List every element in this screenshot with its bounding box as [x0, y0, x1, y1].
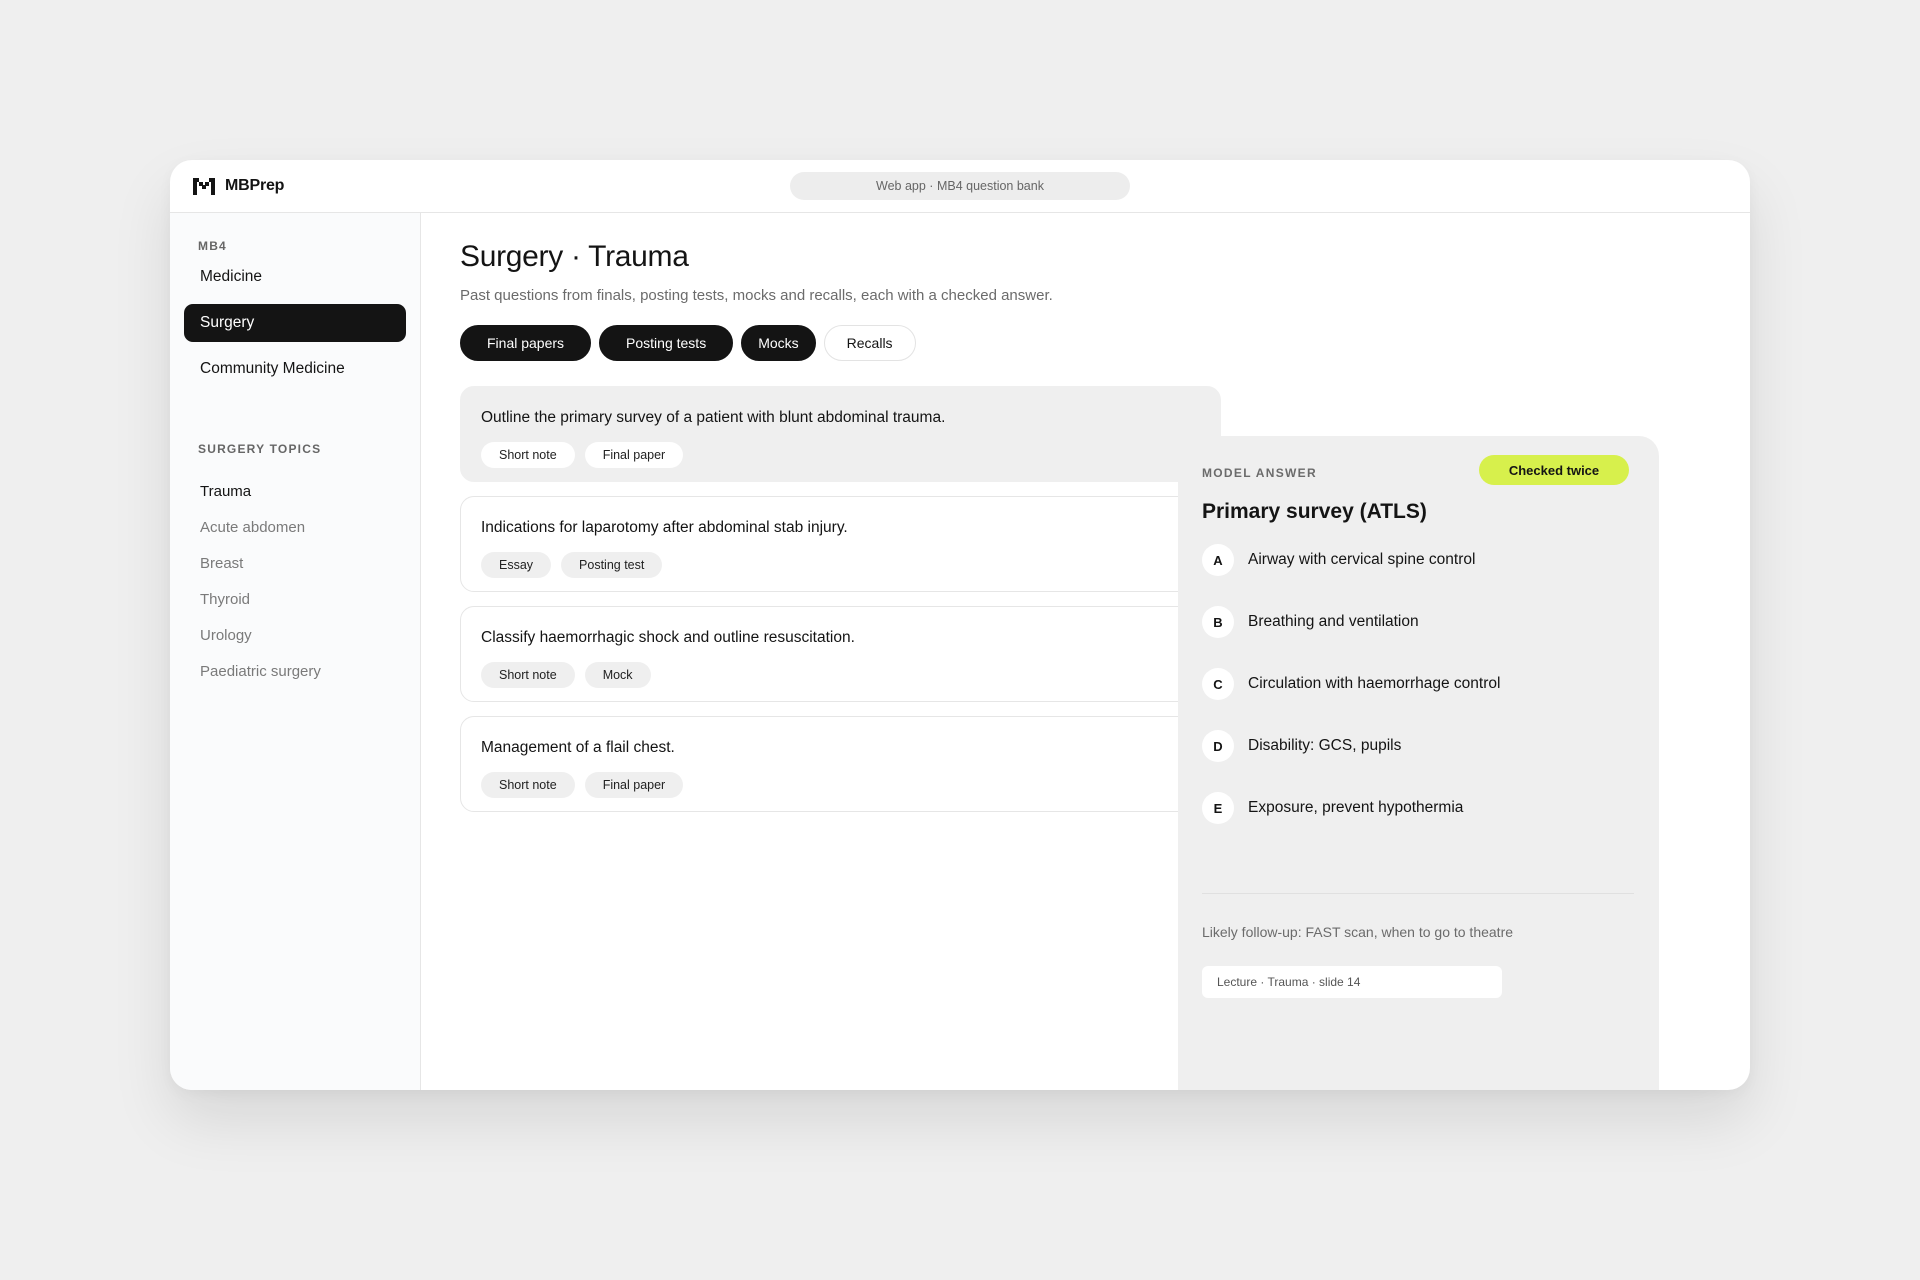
app-name: MBPrep [225, 177, 285, 194]
question-title: Management of a flail chest. [481, 739, 675, 756]
answer-step: D Disability: GCS, pupils [1202, 730, 1632, 762]
answer-step: B Breathing and ventilation [1202, 606, 1632, 638]
step-letter: C [1202, 668, 1234, 700]
question-card[interactable]: Management of a flail chest. Short note … [460, 716, 1221, 812]
answer-step: C Circulation with haemorrhage control [1202, 668, 1632, 700]
page-title: Surgery · Trauma [460, 240, 689, 273]
filter-bar: Final papers Posting tests Mocks Recalls [460, 325, 916, 361]
answer-kicker: MODEL ANSWER [1202, 466, 1317, 480]
followup-text: Likely follow-up: FAST scan, when to go … [1202, 924, 1514, 940]
step-letter: B [1202, 606, 1234, 638]
question-tags: Essay Posting test [481, 552, 663, 578]
step-letter: A [1202, 544, 1234, 576]
mbprep-logo-icon [193, 178, 215, 195]
sidebar: MB4 Medicine Surgery Community Medicine … [170, 213, 421, 1090]
tag: Short note [481, 442, 575, 468]
question-title: Classify haemorrhagic shock and outline … [481, 629, 855, 646]
step-text: Circulation with haemorrhage control [1248, 675, 1501, 692]
topic-item-urology[interactable]: Urology [200, 627, 252, 644]
filter-mocks[interactable]: Mocks [741, 325, 816, 361]
step-letter: E [1202, 792, 1234, 824]
filter-recalls[interactable]: Recalls [823, 325, 916, 361]
divider [1202, 893, 1634, 894]
filter-posting-tests[interactable]: Posting tests [599, 325, 734, 361]
tag: Short note [481, 772, 575, 798]
question-tags: Short note Final paper [481, 442, 684, 468]
question-card[interactable]: Outline the primary survey of a patient … [460, 386, 1221, 482]
sidebar-item-surgery[interactable]: Surgery [184, 304, 406, 342]
step-text: Airway with cervical spine control [1248, 551, 1476, 568]
question-tags: Short note Mock [481, 662, 651, 688]
page-subtitle: Past questions from finals, posting test… [460, 287, 1053, 304]
top-bar: MBPrep Web app · MB4 question bank [170, 160, 1750, 213]
answer-title: Primary survey (ATLS) [1202, 500, 1427, 523]
tag: Final paper [584, 772, 684, 798]
tag: Final paper [584, 442, 684, 468]
step-text: Breathing and ventilation [1248, 613, 1419, 630]
tag: Mock [584, 662, 651, 688]
question-list: Outline the primary survey of a patient … [460, 386, 1221, 826]
source-reference[interactable]: Lecture · Trauma · slide 14 [1202, 966, 1502, 998]
brand[interactable]: MBPrep [192, 176, 284, 196]
app-window: MBPrep Web app · MB4 question bank MB4 M… [170, 160, 1750, 1090]
answer-step: A Airway with cervical spine control [1202, 544, 1632, 576]
question-tags: Short note Final paper [481, 772, 684, 798]
sidebar-item-community-medicine[interactable]: Community Medicine [184, 350, 406, 388]
topics-section-label: SURGERY TOPICS [198, 442, 322, 456]
step-text: Exposure, prevent hypothermia [1248, 799, 1464, 816]
step-letter: D [1202, 730, 1234, 762]
question-title: Indications for laparotomy after abdomin… [481, 519, 848, 536]
topic-item-thyroid[interactable]: Thyroid [200, 591, 250, 608]
model-answer-panel: MODEL ANSWER Checked twice Primary surve… [1178, 436, 1659, 1090]
question-card[interactable]: Classify haemorrhagic shock and outline … [460, 606, 1221, 702]
tag: Essay [481, 552, 552, 578]
filter-final-papers[interactable]: Final papers [460, 325, 592, 361]
topic-item-acute-abdomen[interactable]: Acute abdomen [200, 519, 305, 536]
topic-item-breast[interactable]: Breast [200, 555, 243, 572]
url-bar[interactable]: Web app · MB4 question bank [790, 172, 1130, 200]
sidebar-item-medicine[interactable]: Medicine [184, 258, 406, 296]
question-card[interactable]: Indications for laparotomy after abdomin… [460, 496, 1221, 592]
sidebar-section-label: MB4 [198, 239, 227, 253]
question-title: Outline the primary survey of a patient … [481, 409, 946, 426]
answer-step: E Exposure, prevent hypothermia [1202, 792, 1632, 824]
topic-item-trauma[interactable]: Trauma [200, 483, 251, 500]
step-text: Disability: GCS, pupils [1248, 737, 1402, 754]
checked-badge: Checked twice [1479, 455, 1629, 485]
topic-item-paediatric-surgery[interactable]: Paediatric surgery [200, 663, 321, 680]
tag: Posting test [561, 552, 663, 578]
tag: Short note [481, 662, 575, 688]
